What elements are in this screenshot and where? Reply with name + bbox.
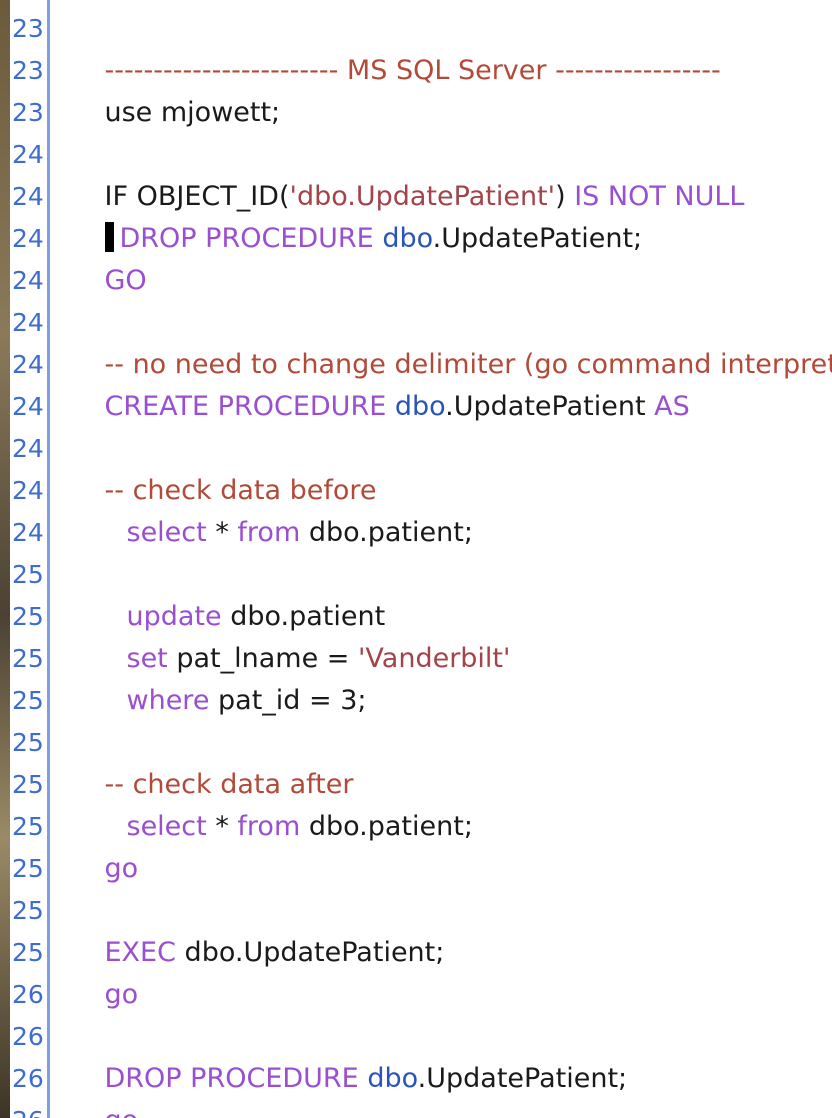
code-editor-window: 23 23 23 24 24 24 24 24 24 24 24 24 24 25 25 25 25 25 25 25…	[0, 0, 832, 1118]
line-number: 24	[12, 224, 44, 253]
line-number: 26	[12, 1022, 44, 1051]
code-line-18[interactable]: -- check data after	[53, 722, 354, 800]
line-number: 25	[12, 728, 44, 757]
code-line-8[interactable]: -- no need to change delimiter (go comma…	[53, 302, 832, 380]
schema-name: dbo	[394, 391, 446, 422]
line-number: 24	[12, 476, 44, 505]
code-line-5[interactable]: DROP PROCEDURE dbo.UpdatePatient;	[53, 176, 642, 254]
line-number-gutter: 23 23 23 24 24 24 24 24 24 24 24 24 24 25 25 25 25 25 25 25…	[10, 0, 50, 1118]
line-number: 26	[12, 980, 44, 1009]
line-number: 26	[12, 1100, 44, 1118]
string-literal: 'Vanderbilt'	[357, 643, 511, 674]
line-number: 25	[12, 896, 44, 925]
line-number: 25	[12, 644, 44, 673]
code-line-23[interactable]: go	[53, 932, 139, 1010]
procedure-name: .UpdatePatient;	[417, 1063, 628, 1094]
schema-name: dbo	[382, 223, 433, 254]
procedure-name: .UpdatePatient	[445, 391, 655, 422]
line-number: 23	[12, 56, 44, 85]
line-number: 25	[12, 812, 44, 841]
line-number: 25	[12, 938, 44, 967]
line-number: 26	[12, 1064, 44, 1093]
line-number: 24	[12, 518, 44, 547]
line-number: 24	[12, 182, 44, 211]
code-line-6[interactable]: GO	[53, 218, 147, 296]
keyword-as: AS	[654, 391, 690, 422]
line-number: 25	[12, 602, 44, 631]
keyword-select: select	[126, 517, 207, 548]
keyword-from: from	[237, 811, 301, 842]
keyword-go: GO	[104, 265, 147, 296]
line-number: 24	[12, 392, 44, 421]
comment-dashes: -----------------	[546, 55, 721, 86]
asterisk: *	[206, 811, 238, 842]
keyword-drop-procedure: DROP PROCEDURE	[119, 223, 383, 254]
code-line-14[interactable]: update dbo.patient	[75, 554, 386, 632]
code-line-16[interactable]: where pat_id = 3;	[75, 638, 367, 716]
code-line-25[interactable]: DROP PROCEDURE dbo.UpdatePatient;	[53, 1016, 628, 1094]
keyword-create-procedure: CREATE PROCEDURE	[104, 391, 395, 422]
schema-name: dbo	[367, 1063, 418, 1094]
procedure-name: .UpdatePatient;	[432, 223, 643, 254]
line-number: 23	[12, 14, 44, 43]
table-name: dbo.patient;	[300, 517, 473, 548]
line-number: 24	[12, 308, 44, 337]
background-edge	[0, 0, 10, 1118]
line-number: 23	[12, 98, 44, 127]
procedure-name: dbo.UpdatePatient;	[175, 937, 445, 968]
code-line-9[interactable]: CREATE PROCEDURE dbo.UpdatePatient AS	[53, 344, 690, 422]
table-name: dbo.patient;	[300, 811, 473, 842]
code-line-1[interactable]: ------------------------ MS SQL Server -…	[53, 8, 721, 86]
code-line-19[interactable]: select * from dbo.patient;	[75, 764, 473, 842]
line-number: 25	[12, 560, 44, 589]
keyword-drop-procedure: DROP PROCEDURE	[104, 1063, 368, 1094]
code-line-12[interactable]: select * from dbo.patient;	[75, 470, 473, 548]
section-title: MS SQL Server	[346, 55, 547, 86]
keyword-from: from	[237, 517, 301, 548]
keyword-go: go	[104, 853, 139, 884]
condition: pat_id = 3;	[209, 685, 367, 716]
line-number: 24	[12, 434, 44, 463]
asterisk: *	[206, 517, 238, 548]
code-line-20[interactable]: go	[53, 806, 139, 884]
code-line-26[interactable]: go	[53, 1058, 139, 1118]
use-statement: use mjowett;	[104, 97, 281, 128]
line-number: 24	[12, 350, 44, 379]
code-editor[interactable]: ------------------------ MS SQL Server -…	[53, 0, 832, 1118]
keyword-where: where	[126, 685, 210, 716]
line-number: 24	[12, 140, 44, 169]
line-number: 25	[12, 770, 44, 799]
keyword-go: go	[104, 979, 139, 1010]
line-number: 25	[12, 686, 44, 715]
line-number: 25	[12, 854, 44, 883]
line-number: 24	[12, 266, 44, 295]
keyword-select: select	[126, 811, 207, 842]
code-line-15[interactable]: set pat_lname = 'Vanderbilt'	[75, 596, 511, 674]
keyword-go: go	[105, 1105, 139, 1118]
code-line-2[interactable]: use mjowett;	[53, 50, 281, 128]
code-line-4[interactable]: IF OBJECT_ID('dbo.UpdatePatient') IS NOT…	[53, 134, 745, 212]
code-line-11[interactable]: -- check data before	[53, 428, 377, 506]
code-line-22[interactable]: EXEC dbo.UpdatePatient;	[53, 890, 445, 968]
